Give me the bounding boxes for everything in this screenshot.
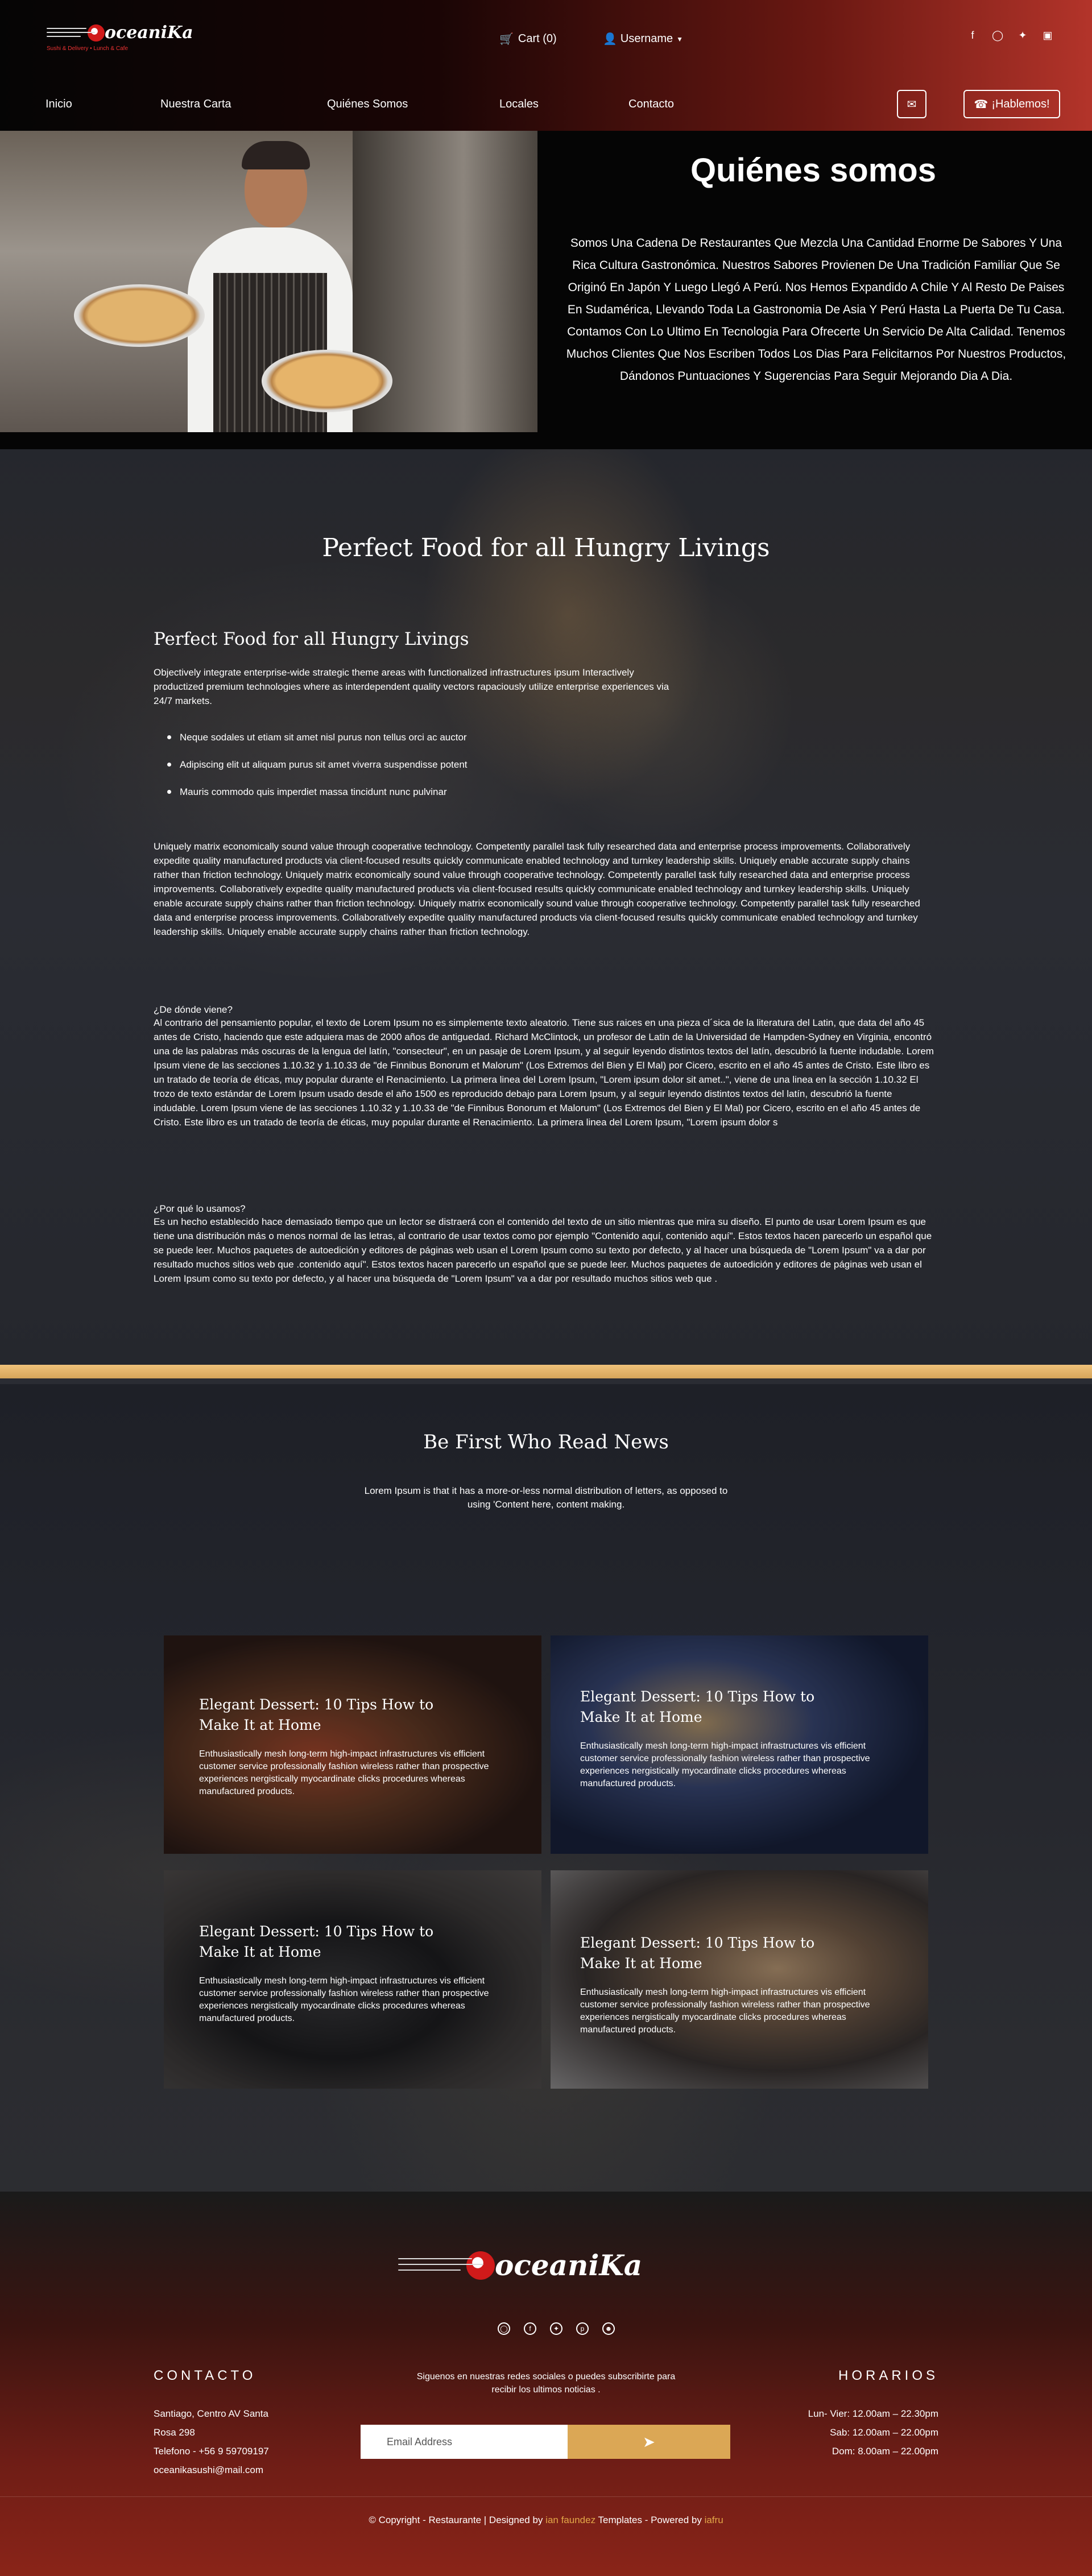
cart-icon: 🛒	[499, 33, 514, 45]
story-paragraph: Al contrario del pensamiento popular, el…	[154, 1017, 934, 1128]
news-card[interactable]: Elegant Dessert: 10 Tips How to Make It …	[551, 1870, 928, 2089]
pinterest-icon[interactable]: p	[576, 2322, 589, 2335]
send-icon: ➤	[643, 2433, 655, 2450]
twitter-icon[interactable]: ✦	[550, 2322, 562, 2335]
address-line-1: Santiago, Centro AV Santa	[154, 2408, 268, 2419]
chef-photo	[0, 131, 537, 432]
about-text: Somos Una Cadena De Restaurantes Que Mez…	[566, 237, 1066, 383]
nav-item-contacto[interactable]: Contacto	[628, 98, 674, 111]
phone-line[interactable]: Telefono - +56 9 59709197	[154, 2442, 269, 2461]
story-list: Neque sodales ut etiam sit amet nisl pur…	[167, 724, 468, 806]
news-card[interactable]: Elegant Dessert: 10 Tips How to Make It …	[551, 1635, 928, 1854]
footer-social: ◯ f ✦ p ☻	[498, 2322, 615, 2335]
story-subheading: Perfect Food for all Hungry Livings	[154, 629, 469, 649]
logo-swoosh	[47, 24, 98, 42]
contact-heading: CONTACTO	[154, 2368, 257, 2383]
instagram-icon[interactable]: ◯	[992, 30, 1003, 41]
powered-link[interactable]: iafru	[705, 2515, 723, 2525]
copyright: © Copyright - Restaurante | Designed by …	[0, 2515, 1092, 2526]
news-card[interactable]: Elegant Dessert: 10 Tips How to Make It …	[164, 1635, 541, 1854]
story-question-1: ¿De dónde viene?	[154, 1004, 233, 1015]
footer-logo[interactable]: oceaniKa	[398, 2248, 642, 2282]
designer-link[interactable]: ian faundez	[545, 2515, 595, 2525]
header-logo[interactable]: oceaniKa	[47, 23, 193, 43]
story-section: Perfect Food for all Hungry Livings Perf…	[0, 449, 1092, 1365]
news-card[interactable]: Elegant Dessert: 10 Tips How to Make It …	[164, 1870, 541, 2089]
nav-item-locales[interactable]: Locales	[499, 98, 539, 111]
about-title: Quiénes somos	[690, 152, 936, 189]
list-item: Mauris commodo quis imperdiet massa tinc…	[167, 778, 468, 806]
news-card-text: Enthusiastically mesh long-term high-imp…	[199, 1749, 489, 1796]
whatsapp-icon: ☎	[974, 98, 988, 111]
hablemos-button[interactable]: ☎ ¡Hablemos!	[963, 90, 1060, 118]
story-question-2: ¿Por qué lo usamos?	[154, 1203, 246, 1214]
story-paragraph: Es un hecho establecido hace demasiado t…	[154, 1216, 932, 1284]
news-card-title[interactable]: Elegant Dessert: 10 Tips How to Make It …	[580, 1933, 819, 1974]
user-label: Username	[620, 32, 673, 45]
facebook-icon[interactable]: f	[967, 30, 978, 41]
instagram-icon[interactable]: ◯	[498, 2322, 510, 2335]
mail-button[interactable]: ✉	[897, 90, 926, 118]
chevron-down-icon: ▼	[676, 35, 684, 43]
twitter-icon[interactable]: ✦	[1017, 30, 1028, 41]
story-paragraph: Uniquely matrix economically sound value…	[154, 841, 920, 937]
linkedin-icon[interactable]: ▣	[1042, 30, 1053, 41]
hours-info: Lun- Vier: 12.00am – 22.30pm Sab: 12.00a…	[808, 2404, 938, 2461]
subscribe-button[interactable]: ➤	[568, 2425, 730, 2459]
copyright-middle: Templates - Powered by	[595, 2515, 705, 2525]
snapchat-icon[interactable]: ☻	[602, 2322, 615, 2335]
news-card-title[interactable]: Elegant Dessert: 10 Tips How to Make It …	[199, 1921, 438, 1962]
copyright-prefix: © Copyright - Restaurante | Designed by	[369, 2515, 546, 2525]
story-heading: Perfect Food for all Hungry Livings	[322, 533, 770, 562]
user-menu[interactable]: 👤 Username ▼	[603, 32, 683, 46]
news-card-title[interactable]: Elegant Dessert: 10 Tips How to Make It …	[580, 1687, 819, 1728]
facebook-icon[interactable]: f	[524, 2322, 536, 2335]
nav-item-inicio[interactable]: Inicio	[46, 98, 72, 111]
hablemos-label: ¡Hablemos!	[991, 97, 1050, 110]
address-line-2: Rosa 298	[154, 2427, 195, 2438]
logo-swoosh	[398, 2251, 483, 2280]
list-item: Neque sodales ut etiam sit amet nisl pur…	[167, 724, 468, 751]
section-divider	[0, 1365, 1092, 1384]
contact-info: Santiago, Centro AV Santa Rosa 298 Telef…	[154, 2404, 269, 2479]
user-icon: 👤	[603, 33, 617, 45]
news-subtitle: Lorem Ipsum is that it has a more-or-les…	[364, 1485, 728, 1510]
news-card-text: Enthusiastically mesh long-term high-imp…	[580, 1741, 870, 1788]
hours-heading: HORARIOS	[838, 2368, 938, 2383]
footer: oceaniKa ◯ f ✦ p ☻ CONTACTO Santiago, Ce…	[0, 2192, 1092, 2576]
nav-item-carta[interactable]: Nuestra Carta	[160, 98, 231, 111]
hours-weekday: Lun- Vier: 12.00am – 22.30pm	[808, 2408, 938, 2419]
subscribe-text: Siguenos en nuestras redes sociales o pu…	[416, 2372, 676, 2395]
story-intro: Objectively integrate enterprise-wide st…	[154, 667, 669, 706]
email-input[interactable]: Email Address	[361, 2425, 568, 2459]
top-bar: oceaniKa Sushi & Delivery • Lunch & Cafe…	[0, 0, 1092, 74]
news-title: Be First Who Read News	[423, 1431, 669, 1453]
nav-item-quienes[interactable]: Quiénes Somos	[327, 98, 408, 111]
logo-text: oceaniKa	[105, 23, 193, 43]
logo-tagline: Sushi & Delivery • Lunch & Cafe	[47, 45, 129, 52]
email-line[interactable]: oceanikasushi@mail.com	[154, 2461, 269, 2479]
news-card-text: Enthusiastically mesh long-term high-imp…	[199, 1976, 489, 2023]
news-card-text: Enthusiastically mesh long-term high-imp…	[580, 1987, 870, 2035]
envelope-icon: ✉	[907, 98, 917, 111]
list-item: Adipiscing elit ut aliquam purus sit ame…	[167, 751, 468, 778]
cart-link[interactable]: 🛒 Cart (0)	[499, 32, 557, 46]
cart-label: Cart (0)	[518, 32, 557, 45]
logo-text: oceaniKa	[495, 2248, 643, 2282]
header-social: f ◯ ✦ ▣	[967, 30, 1053, 41]
about-section: Quiénes somos Somos Una Cadena De Restau…	[0, 131, 1092, 449]
news-card-title[interactable]: Elegant Dessert: 10 Tips How to Make It …	[199, 1695, 438, 1736]
hours-sunday: Dom: 8.00am – 22.00pm	[832, 2446, 938, 2457]
footer-divider	[0, 2496, 1092, 2497]
hours-saturday: Sab: 12.00am – 22.00pm	[830, 2427, 938, 2438]
